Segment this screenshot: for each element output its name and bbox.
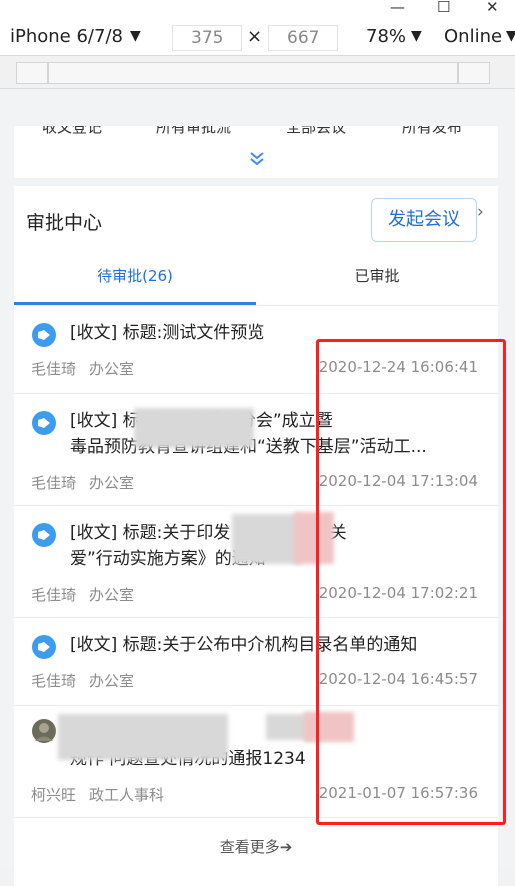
window-title-bar: — ☐ ✕: [0, 0, 515, 22]
network-select[interactable]: Online: [444, 26, 502, 47]
chevron-right-icon[interactable]: ›: [477, 202, 484, 222]
redaction-mask: [134, 408, 254, 448]
close-icon[interactable]: ✕: [486, 0, 499, 16]
shortcut-label[interactable]: 所有审批流: [156, 126, 231, 137]
item-sender: 毛佳琦: [31, 672, 77, 690]
minimize-icon[interactable]: —: [390, 0, 405, 16]
item-sender: 毛佳琦: [31, 474, 77, 492]
device-select[interactable]: iPhone 6/7/8: [10, 26, 123, 47]
zoom-select[interactable]: 78%: [366, 26, 406, 47]
ruler-segment[interactable]: [16, 62, 48, 84]
item-department: 办公室: [89, 672, 135, 690]
width-input[interactable]: 375: [172, 25, 242, 51]
item-sender: 毛佳琦: [31, 586, 77, 604]
dimension-separator: ×: [247, 26, 263, 47]
media-query-ruler: [0, 57, 515, 89]
tab-pending[interactable]: 待审批(26): [14, 254, 256, 305]
item-sender: 毛佳琦: [31, 360, 77, 378]
height-input[interactable]: 667: [268, 25, 338, 51]
shortcut-label[interactable]: 全部会议: [286, 126, 346, 137]
document-tag-icon: [32, 635, 56, 659]
item-department: 办公室: [89, 474, 135, 492]
item-department: 办公室: [89, 586, 135, 604]
maximize-icon[interactable]: ☐: [437, 0, 450, 16]
redaction-mask: [58, 714, 228, 760]
shortcut-label[interactable]: 所有发布: [402, 126, 462, 137]
highlight-box: [316, 339, 506, 825]
item-department: 政工人事科: [89, 786, 165, 804]
device-toolbar: iPhone 6/7/8 ▼ 375 × 667 78% ▼ Online ▼: [0, 22, 515, 56]
zoom-dropdown-icon[interactable]: ▼: [411, 28, 422, 44]
avatar-icon: [32, 719, 56, 743]
double-chevron-down-icon[interactable]: [247, 150, 267, 170]
start-meeting-button[interactable]: 发起会议: [371, 198, 477, 242]
redaction-mask: [232, 514, 302, 564]
device-dropdown-icon[interactable]: ▼: [130, 28, 141, 44]
item-sender: 柯兴旺: [31, 786, 77, 804]
tab-approved[interactable]: 已审批: [256, 254, 498, 302]
section-title: 审批中心: [26, 212, 103, 234]
shortcut-card: 收文登记 所有审批流 全部会议 所有发布: [14, 126, 498, 178]
view-more-link[interactable]: 查看更多➔: [14, 836, 498, 857]
document-tag-icon: [32, 323, 56, 347]
shortcut-label[interactable]: 收文登记: [42, 126, 102, 137]
document-tag-icon: [32, 523, 56, 547]
ruler-segment[interactable]: [48, 62, 458, 84]
item-department: 办公室: [89, 360, 135, 378]
network-dropdown-icon[interactable]: ▼: [506, 28, 515, 44]
ruler-segment[interactable]: [458, 62, 490, 84]
document-tag-icon: [32, 411, 56, 435]
